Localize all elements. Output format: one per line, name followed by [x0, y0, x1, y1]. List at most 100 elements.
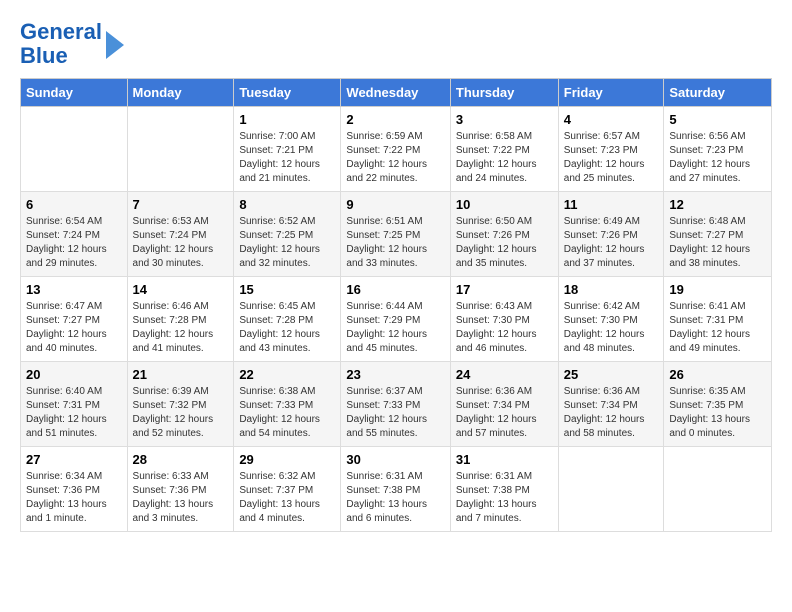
day-number: 10 — [456, 197, 553, 212]
week-row-1: 1 Sunrise: 7:00 AMSunset: 7:21 PMDaylight… — [21, 107, 772, 192]
day-info: Sunrise: 6:31 AMSunset: 7:38 PMDaylight:… — [346, 470, 444, 526]
calendar-cell: 31 Sunrise: 6:31 AMSunset: 7:38 PMDayligh… — [450, 447, 558, 532]
day-info: Sunrise: 6:34 AMSunset: 7:36 PMDaylight:… — [26, 470, 122, 526]
calendar-cell: 11Sunrise: 6:49 AMSunset: 7:26 PMDayligh… — [558, 192, 664, 277]
day-number: 1 — [239, 112, 335, 127]
day-info: Sunrise: 6:44 AMSunset: 7:29 PMDaylight:… — [346, 300, 444, 356]
logo-arrow-icon — [106, 31, 124, 59]
calendar-cell: 22 Sunrise: 6:38 AMSunset: 7:33 PMDayligh… — [234, 362, 341, 447]
day-info: Sunrise: 6:53 AMSunset: 7:24 PMDaylight:… — [133, 215, 229, 271]
calendar-cell: 29 Sunrise: 6:32 AMSunset: 7:37 PMDayligh… — [234, 447, 341, 532]
logo-blue: Blue — [20, 43, 68, 68]
calendar-cell: 4Sunrise: 6:57 AMSunset: 7:23 PMDaylight… — [558, 107, 664, 192]
day-number: 8 — [239, 197, 335, 212]
calendar-cell: 24 Sunrise: 6:36 AMSunset: 7:34 PMDayligh… — [450, 362, 558, 447]
calendar-table: SundayMondayTuesdayWednesdayThursdayFrid… — [20, 78, 772, 532]
day-info: Sunrise: 6:45 AMSunset: 7:28 PMDaylight:… — [239, 300, 335, 356]
day-number: 18 — [564, 282, 659, 297]
day-info: Sunrise: 6:42 AMSunset: 7:30 PMDaylight:… — [564, 300, 659, 356]
calendar-cell: 17Sunrise: 6:43 AMSunset: 7:30 PMDayligh… — [450, 277, 558, 362]
calendar-cell: 15 Sunrise: 6:45 AMSunset: 7:28 PMDayligh… — [234, 277, 341, 362]
day-info: Sunrise: 6:37 AMSunset: 7:33 PMDaylight:… — [346, 385, 444, 441]
day-number: 21 — [133, 367, 229, 382]
calendar-cell — [558, 447, 664, 532]
calendar-cell: 1 Sunrise: 7:00 AMSunset: 7:21 PMDaylight… — [234, 107, 341, 192]
day-number: 13 — [26, 282, 122, 297]
calendar-cell: 28Sunrise: 6:33 AMSunset: 7:36 PMDayligh… — [127, 447, 234, 532]
day-number: 6 — [26, 197, 122, 212]
calendar-cell: 25 Sunrise: 6:36 AMSunset: 7:34 PMDayligh… — [558, 362, 664, 447]
header-monday: Monday — [127, 79, 234, 107]
calendar-cell: 18 Sunrise: 6:42 AMSunset: 7:30 PMDayligh… — [558, 277, 664, 362]
day-number: 25 — [564, 367, 659, 382]
header-tuesday: Tuesday — [234, 79, 341, 107]
day-number: 23 — [346, 367, 444, 382]
logo-text: General Blue — [20, 20, 102, 68]
calendar-header-row: SundayMondayTuesdayWednesdayThursdayFrid… — [21, 79, 772, 107]
calendar-cell: 20 Sunrise: 6:40 AMSunset: 7:31 PMDayligh… — [21, 362, 128, 447]
calendar-cell: 19Sunrise: 6:41 AMSunset: 7:31 PMDayligh… — [664, 277, 772, 362]
calendar-cell: 30 Sunrise: 6:31 AMSunset: 7:38 PMDayligh… — [341, 447, 450, 532]
day-info: Sunrise: 7:00 AMSunset: 7:21 PMDaylight:… — [239, 130, 335, 186]
day-info: Sunrise: 6:52 AMSunset: 7:25 PMDaylight:… — [239, 215, 335, 271]
day-number: 2 — [346, 112, 444, 127]
day-number: 17 — [456, 282, 553, 297]
day-number: 4 — [564, 112, 659, 127]
day-info: Sunrise: 6:31 AMSunset: 7:38 PMDaylight:… — [456, 470, 553, 526]
day-number: 26 — [669, 367, 766, 382]
calendar-cell: 9Sunrise: 6:51 AMSunset: 7:25 PMDaylight… — [341, 192, 450, 277]
day-info: Sunrise: 6:32 AMSunset: 7:37 PMDaylight:… — [239, 470, 335, 526]
day-info: Sunrise: 6:58 AMSunset: 7:22 PMDaylight:… — [456, 130, 553, 186]
day-info: Sunrise: 6:51 AMSunset: 7:25 PMDaylight:… — [346, 215, 444, 271]
calendar-cell: 2Sunrise: 6:59 AMSunset: 7:22 PMDaylight… — [341, 107, 450, 192]
week-row-3: 13 Sunrise: 6:47 AMSunset: 7:27 PMDayligh… — [21, 277, 772, 362]
day-number: 19 — [669, 282, 766, 297]
day-number: 5 — [669, 112, 766, 127]
week-row-4: 20 Sunrise: 6:40 AMSunset: 7:31 PMDayligh… — [21, 362, 772, 447]
day-number: 16 — [346, 282, 444, 297]
calendar-cell: 16 Sunrise: 6:44 AMSunset: 7:29 PMDayligh… — [341, 277, 450, 362]
day-number: 7 — [133, 197, 229, 212]
calendar-cell: 12Sunrise: 6:48 AMSunset: 7:27 PMDayligh… — [664, 192, 772, 277]
day-info: Sunrise: 6:47 AMSunset: 7:27 PMDaylight:… — [26, 300, 122, 356]
day-info: Sunrise: 6:54 AMSunset: 7:24 PMDaylight:… — [26, 215, 122, 271]
calendar-cell: 7 Sunrise: 6:53 AMSunset: 7:24 PMDaylight… — [127, 192, 234, 277]
header-friday: Friday — [558, 79, 664, 107]
calendar-cell: 10 Sunrise: 6:50 AMSunset: 7:26 PMDayligh… — [450, 192, 558, 277]
header-thursday: Thursday — [450, 79, 558, 107]
day-number: 15 — [239, 282, 335, 297]
day-number: 24 — [456, 367, 553, 382]
day-number: 29 — [239, 452, 335, 467]
day-info: Sunrise: 6:36 AMSunset: 7:34 PMDaylight:… — [456, 385, 553, 441]
day-info: Sunrise: 6:38 AMSunset: 7:33 PMDaylight:… — [239, 385, 335, 441]
calendar-cell: 13 Sunrise: 6:47 AMSunset: 7:27 PMDayligh… — [21, 277, 128, 362]
calendar-cell — [21, 107, 128, 192]
day-info: Sunrise: 6:33 AMSunset: 7:36 PMDaylight:… — [133, 470, 229, 526]
day-number: 20 — [26, 367, 122, 382]
calendar-cell: 26 Sunrise: 6:35 AMSunset: 7:35 PMDayligh… — [664, 362, 772, 447]
week-row-2: 6 Sunrise: 6:54 AMSunset: 7:24 PMDaylight… — [21, 192, 772, 277]
day-number: 31 — [456, 452, 553, 467]
day-number: 27 — [26, 452, 122, 467]
calendar-cell: 14Sunrise: 6:46 AMSunset: 7:28 PMDayligh… — [127, 277, 234, 362]
day-info: Sunrise: 6:35 AMSunset: 7:35 PMDaylight:… — [669, 385, 766, 441]
day-info: Sunrise: 6:48 AMSunset: 7:27 PMDaylight:… — [669, 215, 766, 271]
logo-general: General — [20, 19, 102, 44]
calendar-cell: 27 Sunrise: 6:34 AMSunset: 7:36 PMDayligh… — [21, 447, 128, 532]
day-info: Sunrise: 6:40 AMSunset: 7:31 PMDaylight:… — [26, 385, 122, 441]
calendar-cell: 23 Sunrise: 6:37 AMSunset: 7:33 PMDayligh… — [341, 362, 450, 447]
day-info: Sunrise: 6:56 AMSunset: 7:23 PMDaylight:… — [669, 130, 766, 186]
header-wednesday: Wednesday — [341, 79, 450, 107]
day-info: Sunrise: 6:49 AMSunset: 7:26 PMDaylight:… — [564, 215, 659, 271]
day-number: 14 — [133, 282, 229, 297]
calendar-cell: 3Sunrise: 6:58 AMSunset: 7:22 PMDaylight… — [450, 107, 558, 192]
day-info: Sunrise: 6:39 AMSunset: 7:32 PMDaylight:… — [133, 385, 229, 441]
calendar-cell: 21 Sunrise: 6:39 AMSunset: 7:32 PMDayligh… — [127, 362, 234, 447]
header-sunday: Sunday — [21, 79, 128, 107]
day-number: 22 — [239, 367, 335, 382]
day-number: 30 — [346, 452, 444, 467]
header-saturday: Saturday — [664, 79, 772, 107]
day-info: Sunrise: 6:50 AMSunset: 7:26 PMDaylight:… — [456, 215, 553, 271]
calendar-cell: 6 Sunrise: 6:54 AMSunset: 7:24 PMDaylight… — [21, 192, 128, 277]
day-info: Sunrise: 6:36 AMSunset: 7:34 PMDaylight:… — [564, 385, 659, 441]
